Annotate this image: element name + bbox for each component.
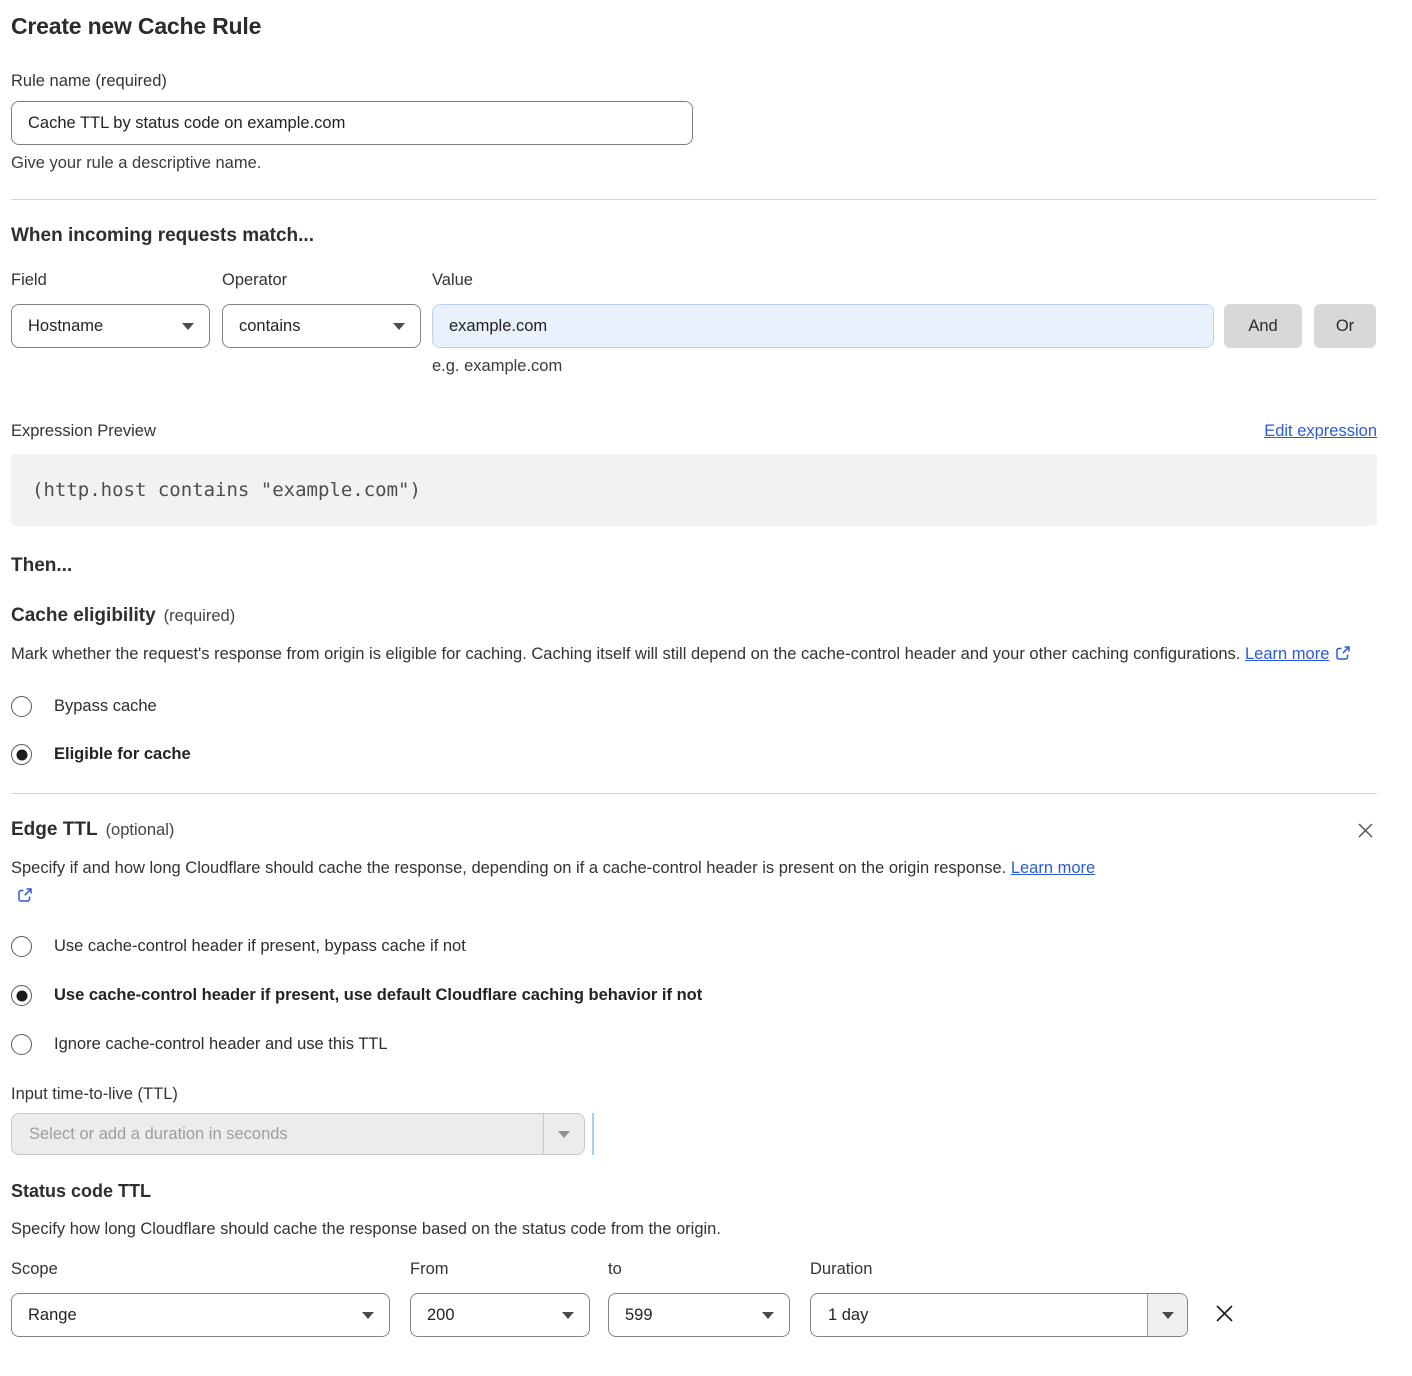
or-button[interactable]: Or (1314, 304, 1376, 348)
radio-eligible-for-cache[interactable]: Eligible for cache (11, 744, 1377, 765)
to-select-value: 599 (625, 1306, 653, 1325)
ttl-duration-select[interactable]: Select or add a duration in seconds (11, 1113, 585, 1155)
radio-icon[interactable] (11, 1034, 32, 1055)
optional-badge: (optional) (106, 821, 175, 839)
field-select-value: Hostname (28, 317, 103, 336)
chevron-down-icon (362, 1312, 374, 1319)
radio-icon-checked[interactable] (11, 985, 32, 1006)
field-label: Field (11, 271, 210, 293)
to-select[interactable]: 599 (608, 1293, 790, 1337)
scope-label: Scope (11, 1260, 390, 1282)
match-heading: When incoming requests match... (11, 225, 1377, 247)
edit-expression-link[interactable]: Edit expression (1264, 422, 1377, 441)
operator-label: Operator (222, 271, 421, 293)
to-label: to (608, 1260, 790, 1282)
learn-more-link[interactable]: Learn more (1011, 859, 1095, 877)
status-code-ttl-description: Specify how long Cloudflare should cache… (11, 1215, 1377, 1243)
rule-name-label: Rule name (required) (11, 72, 1377, 91)
operator-select[interactable]: contains (222, 304, 421, 348)
radio-label: Ignore cache-control header and use this… (54, 1035, 388, 1054)
page-title: Create new Cache Rule (11, 13, 1377, 40)
radio-icon-checked[interactable] (11, 744, 32, 765)
status-code-ttl-heading: Status code TTL (11, 1181, 1377, 1202)
delete-status-code-rule-icon[interactable] (1211, 1300, 1238, 1330)
field-select[interactable]: Hostname (11, 304, 210, 348)
radio-bypass-cache[interactable]: Bypass cache (11, 696, 1377, 717)
operator-select-value: contains (239, 317, 300, 336)
radio-label: Bypass cache (54, 697, 157, 716)
duration-select[interactable]: 1 day (810, 1293, 1188, 1337)
radio-label: Use cache-control header if present, byp… (54, 937, 466, 956)
radio-icon[interactable] (11, 936, 32, 957)
rule-name-input[interactable] (11, 101, 693, 145)
chevron-down-icon (393, 323, 405, 330)
external-link-icon (17, 884, 33, 912)
chevron-down-icon (562, 1312, 574, 1319)
from-label: From (410, 1260, 590, 1282)
rule-name-help: Give your rule a descriptive name. (11, 154, 1377, 173)
then-heading: Then... (11, 555, 1377, 577)
section-divider (11, 199, 1377, 200)
ttl-input-label: Input time-to-live (TTL) (11, 1085, 1377, 1104)
external-link-icon (1335, 642, 1351, 670)
close-icon[interactable] (1354, 819, 1377, 845)
chevron-down-icon (762, 1312, 774, 1319)
radio-label: Use cache-control header if present, use… (54, 986, 702, 1005)
duration-label: Duration (810, 1260, 1188, 1282)
status-code-ttl-row: Scope Range From 200 to 599 (11, 1260, 1377, 1337)
chevron-down-icon (182, 323, 194, 330)
chevron-down-icon[interactable] (1147, 1294, 1187, 1336)
section-divider (11, 793, 1377, 794)
cache-eligibility-description: Mark whether the request's response from… (11, 640, 1373, 670)
expression-code: (http.host contains "example.com") (11, 454, 1377, 526)
required-badge: (required) (164, 607, 236, 625)
radio-cache-control-default[interactable]: Use cache-control header if present, use… (11, 985, 1377, 1006)
radio-cache-control-bypass[interactable]: Use cache-control header if present, byp… (11, 936, 1377, 957)
radio-ignore-cache-control[interactable]: Ignore cache-control header and use this… (11, 1034, 1377, 1055)
learn-more-link[interactable]: Learn more (1245, 645, 1329, 663)
ttl-duration-placeholder: Select or add a duration in seconds (12, 1114, 543, 1154)
and-button[interactable]: And (1224, 304, 1302, 348)
create-cache-rule-form: Create new Cache Rule Rule name (require… (11, 0, 1377, 1337)
from-select[interactable]: 200 (410, 1293, 590, 1337)
cache-eligibility-heading: Cache eligibility(required) (11, 605, 1377, 627)
value-help: e.g. example.com (432, 357, 1214, 376)
expression-preview-label: Expression Preview (11, 422, 156, 441)
radio-label: Eligible for cache (54, 745, 191, 764)
edge-ttl-heading: Edge TTL(optional) (11, 819, 174, 841)
match-condition-row: Field Hostname Operator contains Value e… (11, 271, 1377, 376)
scope-select-value: Range (28, 1306, 77, 1325)
radio-icon[interactable] (11, 696, 32, 717)
value-input[interactable] (432, 304, 1214, 348)
duration-select-value: 1 day (811, 1294, 1147, 1336)
value-label: Value (432, 271, 1214, 293)
scope-select[interactable]: Range (11, 1293, 390, 1337)
edge-ttl-description: Specify if and how long Cloudflare shoul… (11, 854, 1111, 912)
from-select-value: 200 (427, 1306, 455, 1325)
text-cursor (592, 1113, 594, 1155)
chevron-down-icon[interactable] (543, 1114, 584, 1154)
